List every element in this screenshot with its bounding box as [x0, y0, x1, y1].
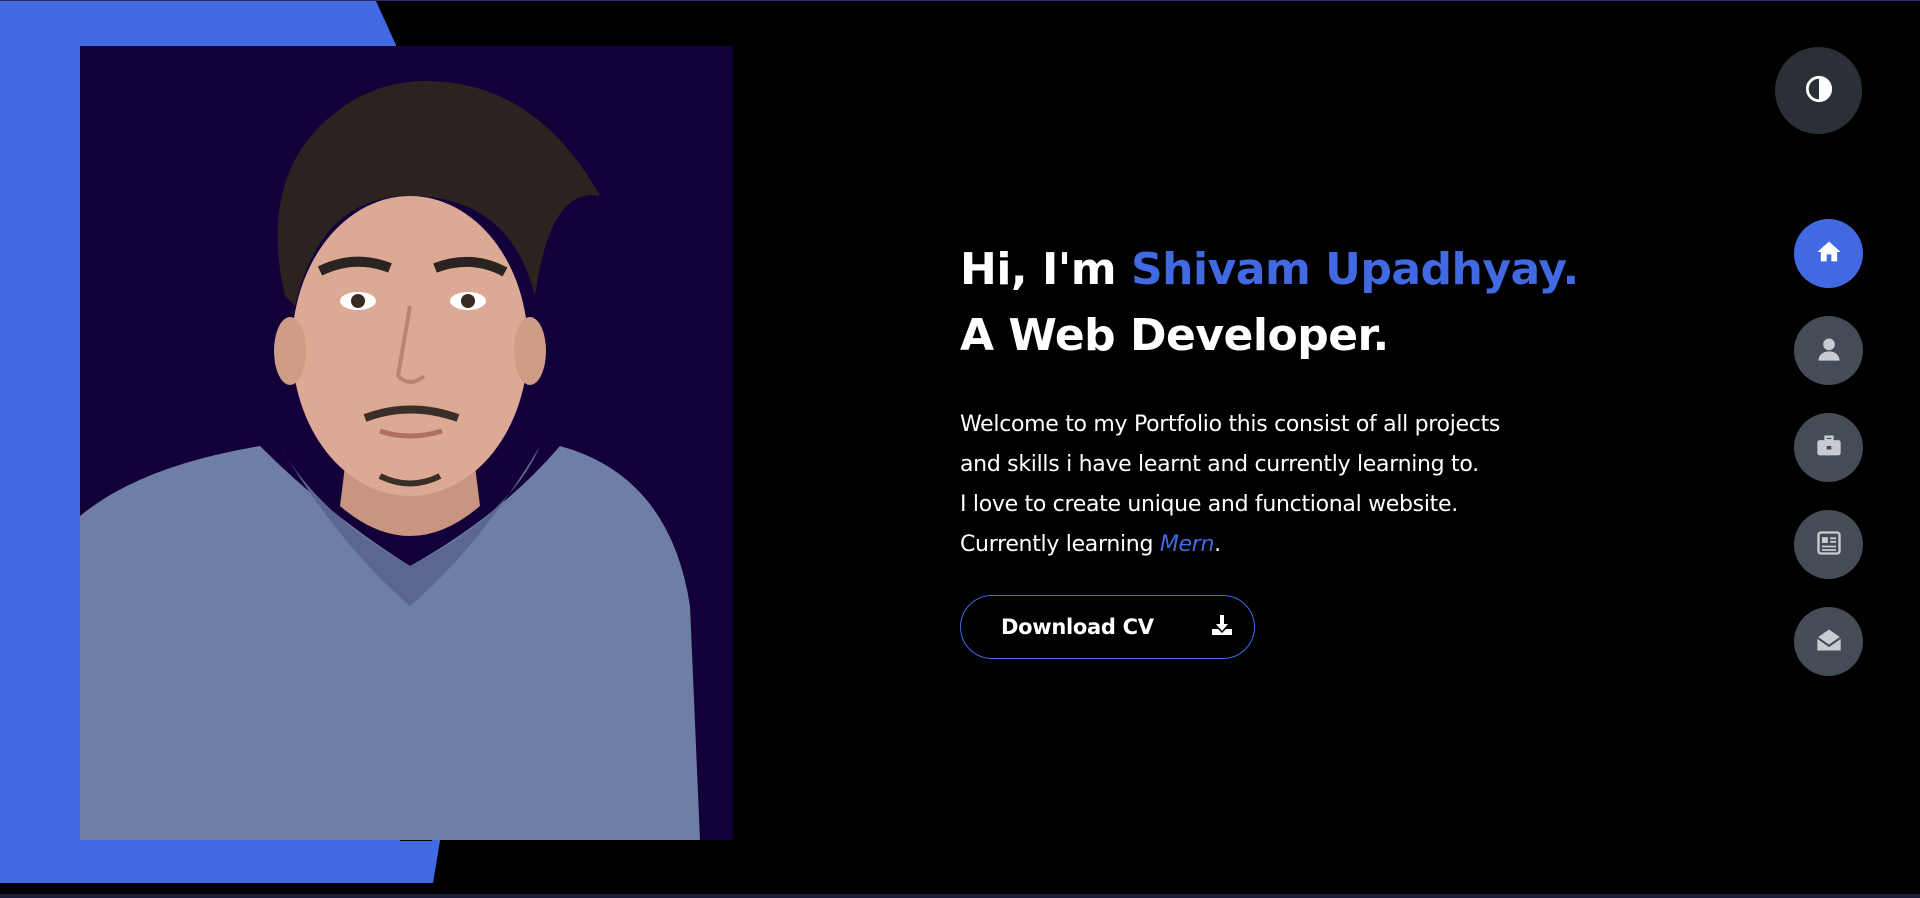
- download-cv-label: Download CV: [1001, 615, 1154, 639]
- hero-name: Shivam Upadhyay.: [1130, 244, 1579, 295]
- greeting-text: Hi, I'm: [960, 244, 1117, 295]
- page: Hi, I'm Shivam Upadhyay. A Web Developer…: [0, 0, 1920, 898]
- learning-suffix: .: [1214, 532, 1221, 557]
- hero-section: Hi, I'm Shivam Upadhyay. A Web Developer…: [960, 237, 1600, 659]
- nav-blog-button[interactable]: [1794, 510, 1863, 579]
- learning-tech: Mern: [1159, 532, 1215, 557]
- home-icon: [1815, 238, 1843, 270]
- theme-toggle-button[interactable]: [1775, 47, 1862, 134]
- side-nav: [1794, 219, 1863, 704]
- intro-text: Welcome to my Portfolio this consist of …: [960, 405, 1600, 565]
- intro-line: and skills i have learnt and currently l…: [960, 452, 1479, 477]
- hero-heading: Hi, I'm Shivam Upadhyay.: [960, 237, 1600, 303]
- intro-line: I love to create unique and functional w…: [960, 492, 1458, 517]
- intro-line: Welcome to my Portfolio this consist of …: [960, 412, 1501, 437]
- envelope-open-icon: [1815, 626, 1843, 658]
- hero-role: A Web Developer.: [960, 310, 1389, 361]
- nav-portfolio-button[interactable]: [1794, 413, 1863, 482]
- download-icon: [1210, 613, 1234, 642]
- download-cv-button[interactable]: Download CV: [960, 595, 1255, 659]
- learning-line: Currently learning Mern.: [960, 525, 1600, 565]
- profile-photo: [80, 46, 733, 840]
- nav-contact-button[interactable]: [1794, 607, 1863, 676]
- contrast-icon: [1805, 75, 1833, 107]
- nav-home-button[interactable]: [1794, 219, 1863, 288]
- newspaper-icon: [1815, 529, 1843, 561]
- user-icon: [1815, 335, 1843, 367]
- learning-prefix: Currently learning: [960, 532, 1154, 557]
- nav-about-button[interactable]: [1794, 316, 1863, 385]
- briefcase-icon: [1815, 432, 1843, 464]
